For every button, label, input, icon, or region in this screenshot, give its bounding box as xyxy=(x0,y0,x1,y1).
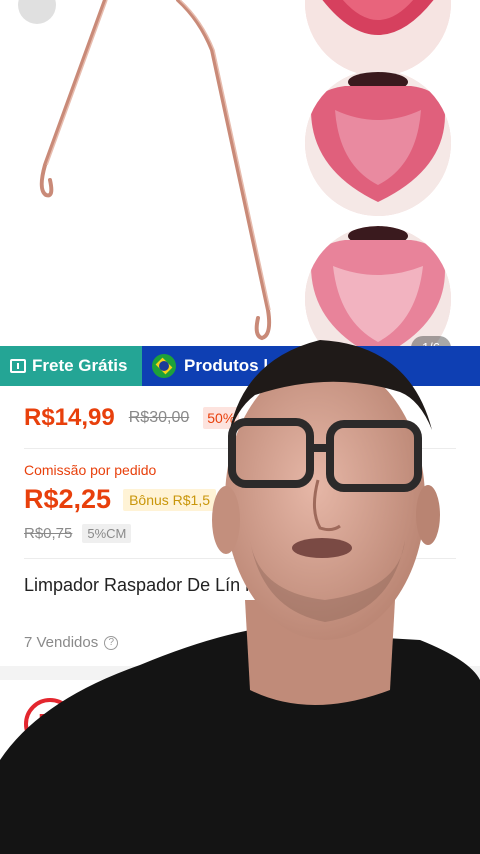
price-row: R$14,99 R$30,00 50% xyxy=(24,404,240,432)
commission-rate-badge: 5%CM xyxy=(82,524,132,543)
divider xyxy=(24,558,456,559)
commission-row: R$2,25 Bônus R$1,5 xyxy=(24,484,217,515)
original-price: R$30,00 xyxy=(128,409,190,426)
ticket-icon xyxy=(10,359,26,373)
sold-count-label: 7 Vendidos xyxy=(24,634,99,651)
product-info-card: R$14,99 R$30,00 50% Comissão por pedido … xyxy=(0,386,480,666)
commission-label: Comissão por pedido xyxy=(24,462,157,478)
shop-card[interactable]: D xyxy=(0,680,480,790)
discount-badge: 50% xyxy=(203,407,240,429)
bonus-badge: Bônus R$1,5 xyxy=(123,488,217,511)
shop-logo-letter: D xyxy=(38,708,57,738)
divider xyxy=(24,448,456,449)
sold-count[interactable]: 7 Vendidos ? xyxy=(24,634,119,651)
tag-frete-gratis: Frete Grátis xyxy=(0,346,142,386)
product-gallery[interactable] xyxy=(0,0,480,346)
tongue-image-1 xyxy=(305,0,451,76)
tag-produtos: Produtos l xyxy=(142,346,480,386)
brazil-flag-icon xyxy=(152,354,176,378)
screen: 1/6 Frete Grátis Produtos l R$14,99 R$30… xyxy=(0,0,480,854)
product-image-scraper xyxy=(39,0,272,341)
tag-strip: Frete Grátis Produtos l xyxy=(0,346,480,386)
commission-old-value: R$0,75 xyxy=(24,525,73,542)
tongue-image-3 xyxy=(305,226,451,346)
tag-frete-label: Frete Grátis xyxy=(32,356,128,375)
shop-logo[interactable]: D xyxy=(24,698,76,750)
tongue-image-2 xyxy=(305,70,451,216)
commission-value: R$2,25 xyxy=(24,484,112,514)
product-title: Limpador Raspador De Lín ro Ayurveda xyxy=(24,575,341,595)
current-price: R$14,99 xyxy=(24,404,115,431)
help-icon[interactable]: ? xyxy=(104,635,119,650)
commission-rate-row: R$0,75 5%CM xyxy=(24,524,132,543)
tag-produtos-label: Produtos l xyxy=(184,356,269,375)
